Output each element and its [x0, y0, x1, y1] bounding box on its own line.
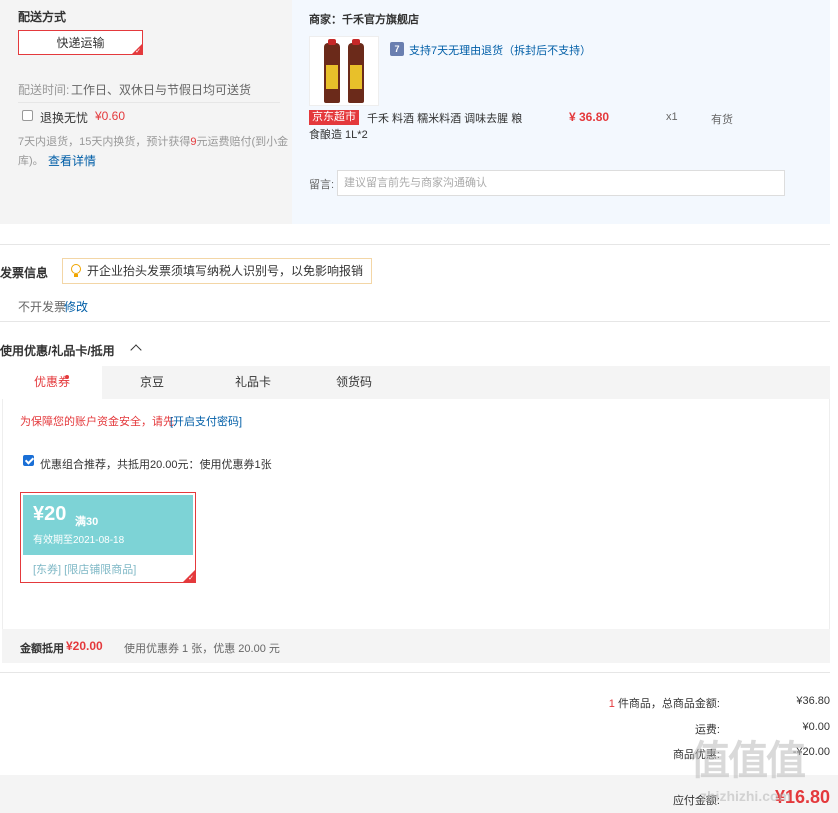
return-insurance-desc-end: 库)。 [18, 155, 44, 167]
product-name-line2[interactable]: 食酿造 1L*2 [309, 126, 368, 142]
tab-pickup-code[interactable]: 领货码 [304, 366, 404, 399]
divider [18, 102, 280, 103]
coupon-validity: 有效期至2021-08-18 [33, 535, 125, 546]
invoice-current: 不开发票 [18, 300, 67, 314]
tab-label: 领货码 [335, 375, 372, 389]
bottle-graphic [348, 39, 364, 103]
watermark-logo: 值值值 [690, 739, 806, 783]
jd-supermarket-tag: 京东超市 [309, 109, 359, 125]
payable-label: 应付金额: [672, 795, 720, 807]
desc-text: 7天内退货，15天内换货，预计获得 [18, 136, 191, 148]
bottle-graphic [324, 39, 340, 103]
product-name[interactable]: 千禾 料酒 糯米料酒 调味去腥 粮 [367, 110, 522, 126]
tab-label: 礼品卡 [234, 375, 271, 389]
enable-payment-password-link[interactable]: [开启支付密码] [170, 413, 242, 429]
tab-label: 京豆 [139, 375, 164, 389]
tab-gift-card[interactable]: 礼品卡 [202, 366, 304, 399]
return-insurance-desc: 7天内退货，15天内换货，预计获得9元运费赔付(到小金 [18, 133, 288, 149]
item-count: 1 [608, 698, 615, 710]
message-label: 留言: [309, 179, 335, 191]
coupon-card[interactable]: ¥20 满30 有效期至2021-08-18 [东券] [限店铺限商品] ✓ [20, 492, 196, 583]
summary-desc: 使用优惠券 1 张，优惠 20.00 元 [124, 643, 280, 655]
summary-amount: ¥20.00 [66, 639, 103, 653]
tab-jd-beans[interactable]: 京豆 [102, 366, 202, 399]
return-insurance-price: ¥0.60 [95, 109, 126, 123]
summary-label: 金额抵用 [20, 643, 64, 655]
items-label-text: 件商品，总商品金额: [617, 698, 720, 710]
delivery-time-value: 工作日、双休日与节假日均可送货 [71, 83, 252, 97]
items-total-amount: ¥36.80 [796, 695, 830, 707]
combo-recommend-checkbox[interactable] [23, 455, 34, 466]
coupon-amount: ¥20 [33, 503, 67, 525]
return-policy-icon: 7 [390, 42, 404, 56]
divider [0, 672, 830, 673]
shipping-section-title: 配送方式 [18, 10, 67, 24]
desc-text: 元运费赔付(到小金 [196, 136, 289, 148]
combo-recommend-label: 优惠组合推荐，共抵用20.00元：使用优惠券1张 [40, 459, 272, 471]
tab-coupons[interactable]: 优惠券 [2, 366, 102, 399]
watermark-url: zhizhizhi.com [700, 788, 791, 804]
delivery-time-label: 配送时间: [18, 83, 70, 97]
notification-dot [65, 375, 69, 379]
coupon-tags: [东券] [限店铺限商品] [33, 564, 137, 576]
return-insurance-label: 退换无忧 [40, 111, 89, 125]
check-icon: ✓ [135, 48, 141, 55]
shipping-method-label: 快递运输 [56, 36, 105, 50]
lightbulb-icon [71, 264, 81, 274]
discounts-title[interactable]: 使用优惠/礼品卡/抵用 [0, 342, 115, 359]
security-tip: 为保障您的账户资金安全，请先 [20, 416, 174, 428]
return-policy-text: 支持7天无理由退货（拆封后不支持） [409, 45, 592, 57]
product-image[interactable] [309, 36, 379, 106]
chevron-up-icon[interactable] [130, 344, 142, 356]
invoice-modify-link[interactable]: 修改 [64, 298, 88, 315]
return-insurance-checkbox[interactable] [22, 110, 33, 121]
invoice-tip: 开企业抬头发票须填写纳税人识别号，以免影响报销 [62, 258, 373, 284]
invoice-tip-text: 开企业抬头发票须填写纳税人识别号，以免影响报销 [87, 264, 364, 278]
express-shipping-button[interactable]: 快递运输 ✓ [18, 30, 143, 55]
items-total-label: 1 件商品，总商品金额: [560, 695, 720, 711]
product-price: ¥ 36.80 [569, 110, 610, 124]
divider [0, 244, 830, 245]
message-input[interactable]: 建议留言前先与商家沟通确认 [337, 170, 785, 196]
coupon-condition: 满30 [75, 516, 99, 528]
product-quantity: x1 [666, 111, 678, 123]
divider [0, 321, 830, 322]
check-icon: ✓ [188, 575, 194, 582]
stock-status: 有货 [711, 114, 733, 126]
merchant-name: 商家：千禾官方旗舰店 [309, 14, 419, 26]
view-details-link[interactable]: 查看详情 [48, 152, 96, 169]
invoice-title: 发票信息 [0, 266, 49, 280]
